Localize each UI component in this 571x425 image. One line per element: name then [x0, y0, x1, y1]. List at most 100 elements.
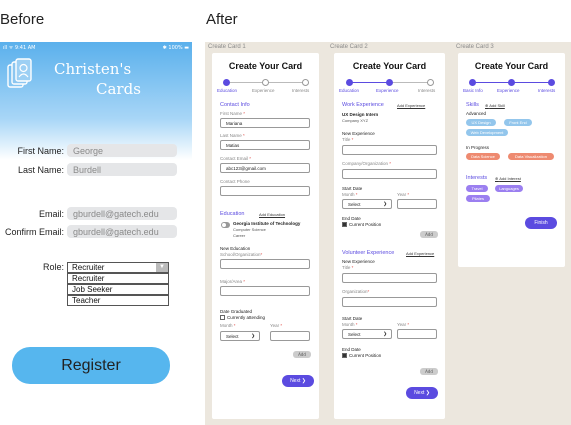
plus-circle-icon: ⊕ [485, 103, 489, 108]
step-experience[interactable]: Experience [497, 88, 520, 93]
email-input[interactable]: gburdell@gatech.edu [67, 207, 177, 220]
add-button[interactable]: Add [420, 368, 438, 375]
step-experience[interactable]: Experience [252, 88, 275, 93]
job-title: UX Design Intern [342, 112, 379, 117]
organization-label: Organization* [342, 289, 370, 294]
step-dot[interactable] [548, 79, 555, 86]
add-skill-link[interactable]: ⊕ Add Skill [485, 103, 505, 108]
add-interest-link[interactable]: ⊕ Add Interest [495, 176, 521, 181]
title-label: Title * [342, 265, 354, 270]
first-name-input[interactable]: George [67, 144, 177, 157]
chevron-down-icon: ❯ [251, 333, 255, 338]
school-name: Georgia Institute of Technology [233, 221, 301, 226]
chevron-right-icon: ❯ [301, 378, 306, 384]
school-extra: Career [233, 233, 246, 238]
step-dot[interactable] [427, 79, 434, 86]
currently-attending-checkbox[interactable]: Currently attending [220, 315, 265, 320]
school-major: Computer Science [233, 227, 266, 232]
skill-pill[interactable]: UX Design [466, 119, 496, 126]
contact-phone-input[interactable] [220, 186, 310, 196]
contact-email-input[interactable]: abc123@gmail.com [220, 163, 310, 173]
skill-pill[interactable]: Web Development [466, 129, 508, 136]
step-education[interactable]: Education [217, 88, 237, 93]
first-name-label: First Name * [220, 111, 246, 116]
end-date-label: End Date [342, 347, 361, 352]
step-interests[interactable]: Interests [538, 88, 555, 93]
role-select[interactable]: Recruiter ▼ [67, 262, 169, 273]
toggle-icon[interactable] [221, 222, 230, 228]
step-dot[interactable] [469, 79, 476, 86]
add-volunteer-link[interactable]: Add Experience [406, 251, 434, 256]
major-input[interactable] [220, 286, 310, 296]
step-education[interactable]: Education [339, 88, 359, 93]
add-button[interactable]: Add [420, 231, 438, 238]
skill-pill[interactable]: Data Science [466, 153, 500, 160]
checkbox-icon[interactable] [342, 222, 347, 227]
chevron-down-icon[interactable]: ▼ [156, 263, 168, 272]
next-button[interactable]: Next ❯ [406, 387, 438, 399]
school-org-label: School/Organization* [220, 252, 263, 257]
volunteer-heading: Volunteer Experience [342, 250, 395, 256]
confirm-email-input[interactable]: gburdell@gatech.edu [67, 225, 177, 238]
step-dot[interactable] [262, 79, 269, 86]
major-label: Major/Area * [220, 279, 246, 284]
step-dot[interactable] [302, 79, 309, 86]
organization-input[interactable] [342, 297, 437, 307]
step-labels: Education Experience Interests [334, 88, 445, 94]
create-card-1: Create Your Card Education Experience In… [212, 53, 319, 419]
confirm-email-label: Confirm Email: [4, 227, 64, 237]
interest-pill[interactable]: Languages [495, 185, 523, 192]
school-org-input[interactable] [220, 259, 310, 269]
add-work-link[interactable]: Add Experience [397, 103, 425, 108]
cards-logo-icon [7, 58, 32, 88]
step-interests[interactable]: Interests [418, 88, 435, 93]
skill-pill[interactable]: Data Visualization [508, 153, 554, 160]
role-option[interactable]: Job Seeker [67, 284, 169, 295]
frame-name: Create Card 1 [208, 44, 246, 50]
month-select[interactable]: Select ❯ [342, 329, 392, 339]
add-button[interactable]: Add [293, 351, 311, 358]
step-experience[interactable]: Experience [376, 88, 399, 93]
month-select[interactable]: Select ❯ [342, 199, 392, 209]
end-date-label: End Date [342, 216, 361, 221]
step-dot[interactable] [508, 79, 515, 86]
work-heading: Work Experience [342, 102, 384, 108]
role-option[interactable]: Teacher [67, 295, 169, 306]
frame-name: Create Card 2 [330, 44, 368, 50]
contact-heading: Contact Info [220, 102, 250, 108]
month-select[interactable]: Select ❯ [220, 331, 260, 341]
year-input[interactable] [397, 329, 437, 339]
in-progress-label: In Progress [466, 145, 490, 150]
interest-pill[interactable]: Pilates [466, 195, 490, 202]
month-label: Month * [342, 192, 358, 197]
title-input[interactable] [342, 145, 437, 155]
year-input[interactable] [270, 331, 310, 341]
company-input[interactable] [342, 169, 437, 179]
step-interests[interactable]: Interests [292, 88, 309, 93]
finish-button[interactable]: Finish [525, 217, 557, 229]
last-name-input[interactable]: Matias [220, 140, 310, 150]
step-dot[interactable] [223, 79, 230, 86]
add-education-link[interactable]: Add Education [259, 212, 285, 217]
step-dot[interactable] [386, 79, 393, 86]
checkbox-icon[interactable] [220, 315, 225, 320]
create-card-2: Create Your Card Education Experience In… [334, 53, 445, 419]
register-button[interactable]: Register [12, 347, 170, 384]
step-dot[interactable] [346, 79, 353, 86]
title-input[interactable] [342, 273, 437, 283]
interest-pill[interactable]: Travel [466, 185, 488, 192]
year-label: Year * [270, 323, 283, 328]
current-position-checkbox[interactable]: Current Position [342, 222, 381, 227]
year-input[interactable] [397, 199, 437, 209]
last-name-input[interactable]: Burdell [67, 163, 177, 176]
step-basic-info[interactable]: Basic Info [463, 88, 483, 93]
role-label: Role: [42, 262, 64, 272]
next-button[interactable]: Next ❯ [282, 375, 314, 387]
checkbox-icon[interactable] [342, 353, 347, 358]
month-label: Month * [342, 322, 358, 327]
current-position-checkbox[interactable]: Current Position [342, 353, 381, 358]
first-name-input[interactable]: Mariana [220, 118, 310, 128]
skill-pill[interactable]: Front End [504, 119, 532, 126]
card-title: Create Your Card [474, 61, 549, 71]
role-option[interactable]: Recruiter [67, 273, 169, 284]
